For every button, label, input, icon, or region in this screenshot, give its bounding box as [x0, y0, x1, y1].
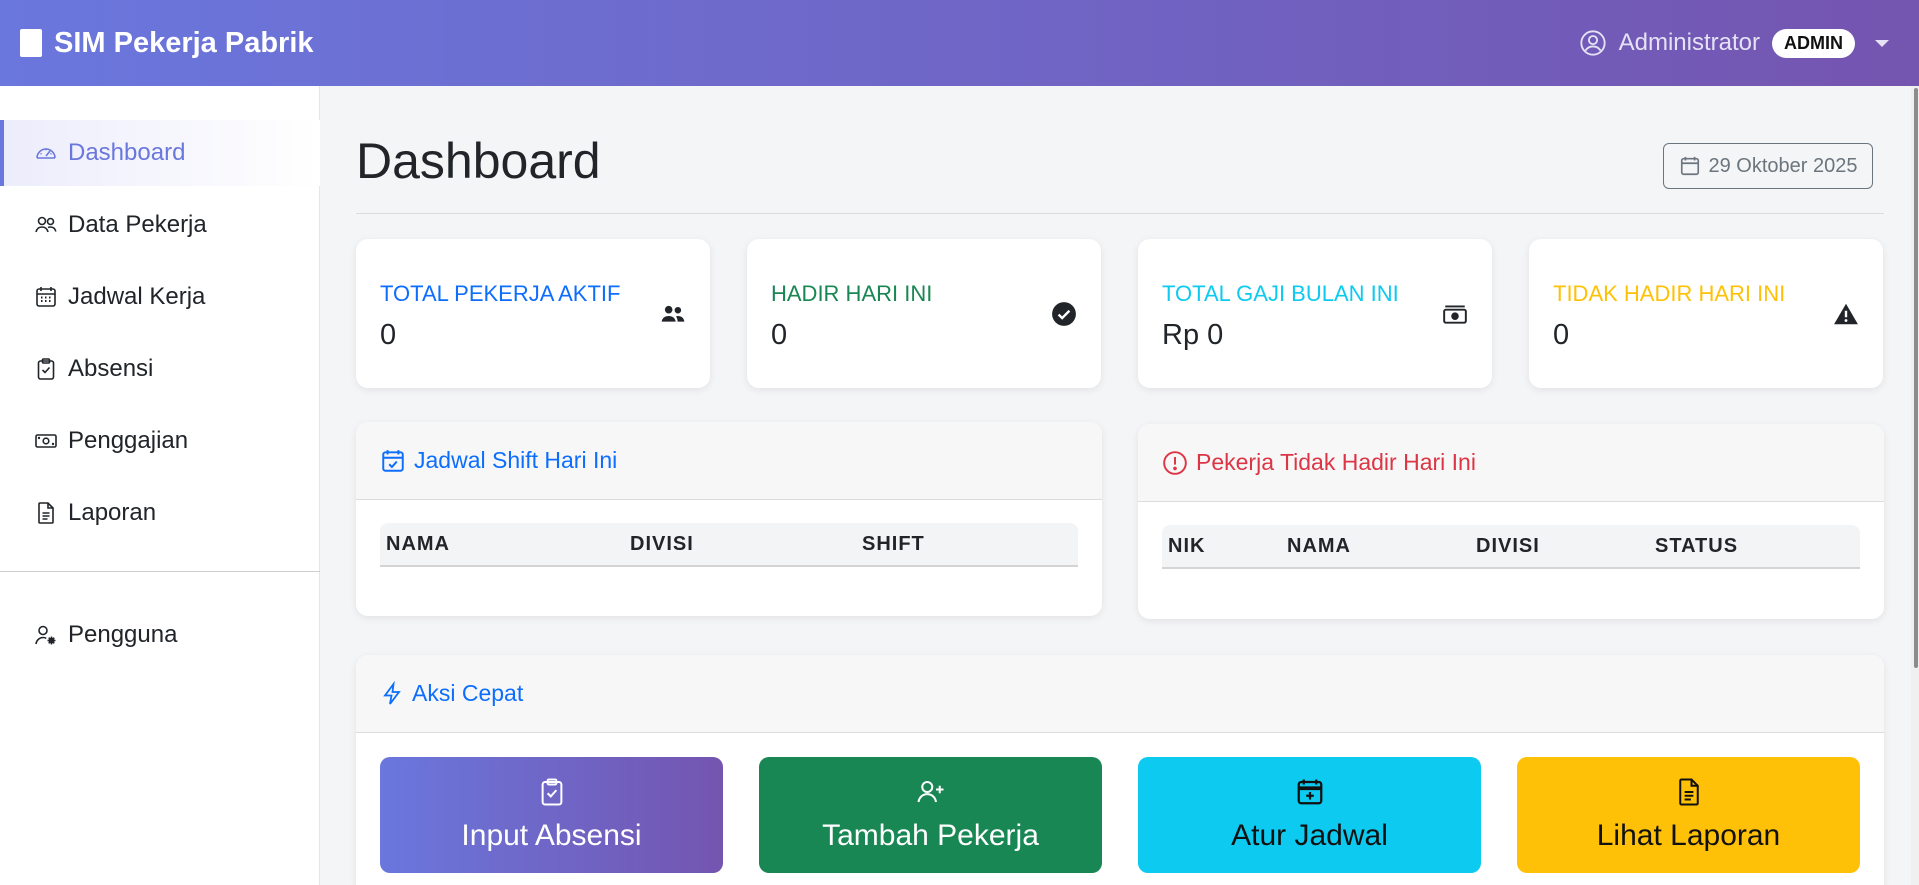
sidebar-item-label: Laporan — [68, 499, 157, 526]
clipboard-check-icon — [37, 358, 55, 380]
warning-triangle-icon — [1834, 303, 1858, 325]
button-label: Input Absensi — [461, 819, 642, 852]
page-title: Dashboard — [356, 133, 601, 189]
column-header: DIVISI — [630, 533, 694, 555]
sidebar-item-pengguna[interactable]: Pengguna — [0, 602, 320, 668]
panel-title: Jadwal Shift Hari Ini — [414, 447, 618, 473]
person-gear-icon — [35, 625, 56, 645]
tambah-pekerja-button[interactable]: Tambah Pekerja — [759, 757, 1102, 873]
stat-value: 0 — [380, 319, 397, 351]
check-circle-fill-icon — [1052, 302, 1076, 326]
brand[interactable]: SIM Pekerja Pabrik — [20, 27, 314, 60]
sidebar-item-label: Data Pekerja — [68, 211, 207, 238]
chevron-down-icon[interactable] — [1875, 39, 1889, 47]
sidebar-item-data-pekerja[interactable]: Data Pekerja — [0, 192, 320, 258]
date-display: 29 Oktober 2025 — [1663, 143, 1873, 189]
sidebar-item-label: Penggajian — [68, 427, 189, 454]
stat-label: HADIR HARI INI — [771, 281, 933, 306]
lightning-icon — [383, 680, 401, 705]
calendar-plus-icon — [1297, 779, 1322, 805]
speedometer-icon — [36, 148, 56, 159]
person-plus-icon — [917, 781, 943, 803]
column-header: STATUS — [1655, 535, 1739, 557]
cash-stack-icon — [1443, 305, 1467, 324]
stat-card-total-gaji: TOTAL GAJI BULAN INI Rp 0 — [1138, 239, 1492, 388]
title-divider — [356, 213, 1884, 214]
scrollbar-thumb[interactable] — [1914, 88, 1918, 668]
column-header: NIK — [1168, 535, 1206, 557]
atur-jadwal-button[interactable]: Atur Jadwal — [1138, 757, 1481, 873]
panel-header: Aksi Cepat — [356, 655, 1884, 733]
sidebar-item-jadwal-kerja[interactable]: Jadwal Kerja — [0, 264, 320, 330]
sidebar-divider — [0, 571, 320, 572]
absent-panel: Pekerja Tidak Hadir Hari Ini NIK NAMA DI… — [1138, 424, 1884, 619]
stat-card-tidak-hadir: TIDAK HADIR HARI INI 0 — [1529, 239, 1883, 388]
shift-table-header: NAMA DIVISI SHIFT — [380, 523, 1078, 567]
stat-card-hadir: HADIR HARI INI 0 — [747, 239, 1101, 388]
sidebar-item-dashboard[interactable]: Dashboard — [0, 120, 320, 186]
stat-label: TOTAL PEKERJA AKTIF — [380, 281, 621, 306]
shift-panel: Jadwal Shift Hari Ini NAMA DIVISI SHIFT — [356, 422, 1102, 616]
sidebar-item-laporan[interactable]: Laporan — [0, 480, 320, 546]
people-icon — [35, 216, 57, 233]
cash-icon — [35, 434, 57, 448]
user-menu[interactable]: Administrator ADMIN — [1579, 28, 1889, 58]
sidebar-item-label: Dashboard — [68, 139, 186, 166]
building-icon — [20, 29, 42, 57]
calendar-icon — [1680, 156, 1699, 176]
panel-title: Pekerja Tidak Hadir Hari Ini — [1196, 449, 1476, 475]
stat-label: TIDAK HADIR HARI INI — [1553, 281, 1786, 306]
calendar-check-icon — [382, 449, 404, 472]
stat-value: 0 — [771, 319, 788, 351]
exclamation-circle-icon — [1163, 450, 1187, 475]
stat-card-total-pekerja: TOTAL PEKERJA AKTIF 0 — [356, 239, 710, 388]
user-name: Administrator — [1618, 29, 1760, 56]
sidebar: Dashboard Data Pekerja Jadwal Kerja Abse… — [0, 86, 320, 885]
sidebar-item-label: Absensi — [68, 355, 154, 382]
absent-table-header: NIK NAMA DIVISI STATUS — [1162, 525, 1860, 569]
panel-title: Aksi Cepat — [412, 680, 524, 706]
column-header: NAMA — [1287, 535, 1351, 557]
stat-value: Rp 0 — [1162, 319, 1224, 351]
panel-header: Jadwal Shift Hari Ini — [356, 422, 1102, 500]
button-label: Tambah Pekerja — [822, 819, 1039, 852]
sidebar-item-label: Jadwal Kerja — [68, 283, 206, 310]
page-scrollbar[interactable] — [1911, 86, 1919, 885]
input-absensi-button[interactable]: Input Absensi — [380, 757, 723, 873]
role-badge: ADMIN — [1772, 28, 1855, 58]
sidebar-item-label: Pengguna — [68, 621, 178, 648]
column-header: NAMA — [386, 533, 450, 555]
sidebar-item-absensi[interactable]: Absensi — [0, 336, 320, 402]
panel-header: Pekerja Tidak Hadir Hari Ini — [1138, 424, 1884, 502]
column-header: DIVISI — [1476, 535, 1540, 557]
people-fill-icon — [661, 305, 685, 322]
sidebar-item-penggajian[interactable]: Penggajian — [0, 408, 320, 474]
button-label: Lihat Laporan — [1596, 819, 1781, 852]
clipboard-check-icon — [541, 778, 562, 806]
stat-value: 0 — [1553, 319, 1570, 351]
top-navbar: SIM Pekerja Pabrik Administrator ADMIN — [0, 0, 1919, 86]
stat-label: TOTAL GAJI BULAN INI — [1162, 281, 1399, 306]
column-header: SHIFT — [862, 533, 925, 555]
file-text-icon — [38, 502, 54, 524]
brand-title: SIM Pekerja Pabrik — [54, 26, 314, 59]
calendar-grid-icon — [36, 287, 56, 307]
current-date: 29 Oktober 2025 — [1708, 154, 1858, 177]
lihat-laporan-button[interactable]: Lihat Laporan — [1517, 757, 1860, 873]
user-circle-icon — [1580, 30, 1606, 56]
file-text-icon — [1678, 778, 1699, 806]
button-label: Atur Jadwal — [1231, 819, 1388, 852]
